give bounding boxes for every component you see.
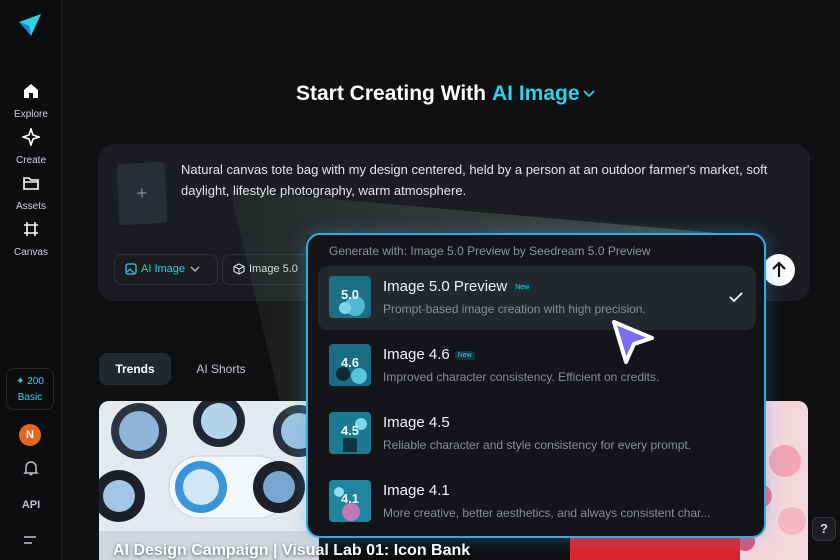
thumbnail-label: 4.1	[340, 491, 360, 506]
model-thumbnail: 5.0	[329, 276, 371, 318]
model-option-name: Image 4.6 New	[383, 346, 475, 363]
sidebar-item-canvas[interactable]: Canvas	[0, 220, 62, 260]
model-option-description: Reliable character and style consistency…	[383, 438, 692, 452]
gallery-caption: AI Design Campaign | Visual Lab 01: Icon…	[113, 542, 471, 559]
model-option-image-4-5[interactable]: 4.5 Image 4.5 Reliable character and sty…	[318, 402, 756, 466]
model-thumbnail: 4.5	[329, 412, 371, 454]
plan-label: Basic	[17, 392, 43, 403]
checkmark-icon	[729, 292, 743, 303]
cube-icon	[233, 263, 245, 275]
prompt-input[interactable]: Natural canvas tote bag with my design c…	[181, 159, 781, 201]
model-option-image-5-0-preview[interactable]: 5.0 Image 5.0 Preview New Prompt-based im…	[318, 266, 756, 330]
send-button[interactable]	[763, 254, 795, 286]
gallery-image-art	[99, 401, 319, 560]
title-prefix: Start Creating With	[296, 82, 486, 105]
chevron-down-icon[interactable]	[582, 90, 595, 98]
model-option-name: Image 4.1	[383, 482, 450, 499]
sidebar-item-label: Explore	[14, 109, 48, 120]
help-button[interactable]: ?	[812, 517, 836, 541]
avatar[interactable]: N	[19, 424, 41, 446]
thumbnail-label: 4.6	[340, 355, 360, 370]
sidebar-item-label: Assets	[15, 201, 46, 212]
sidebar-item-assets[interactable]: Assets	[0, 174, 62, 214]
model-dropdown-menu: Generate with: Image 5.0 Preview by Seed…	[306, 233, 766, 538]
model-option-name: Image 5.0 Preview New	[383, 278, 533, 295]
canvas-icon	[24, 222, 38, 236]
model-option-name: Image 4.5	[383, 414, 450, 431]
gallery-card-image[interactable]	[99, 401, 319, 560]
model-chip-label: Image 5.0	[249, 263, 298, 275]
model-option-description: Prompt-based image creation with high pr…	[383, 302, 646, 316]
mode-chip-label: AI Image	[141, 263, 186, 275]
folder-icon	[23, 177, 39, 190]
credits-amount: ✦ 200	[16, 376, 44, 387]
plus-icon: +	[136, 182, 148, 204]
sidebar-item-create[interactable]: Create	[0, 128, 62, 168]
upload-reference-button[interactable]: +	[116, 161, 168, 226]
credits-badge[interactable]: ✦ 200 Basic	[6, 368, 54, 410]
model-thumbnail: 4.1	[329, 480, 371, 522]
title-mode-selector[interactable]: AI Image	[492, 82, 580, 105]
home-icon	[24, 84, 38, 98]
model-option-image-4-6[interactable]: 4.6 Image 4.6 New Improved character cons…	[318, 334, 756, 398]
mode-dropdown-button[interactable]: AI Image	[114, 254, 218, 285]
pointer-cursor-icon	[612, 320, 654, 364]
sparkle-icon	[22, 128, 40, 146]
image-icon	[125, 263, 137, 275]
arrow-up-icon	[772, 261, 786, 277]
tab-ai-shorts[interactable]: AI Shorts	[180, 353, 262, 385]
sidebar: Explore Create Assets Canvas ✦ 200 Basic…	[0, 0, 62, 560]
thumbnail-label: 4.5	[340, 423, 360, 438]
sidebar-item-label: Create	[15, 155, 46, 166]
chevron-down-icon	[190, 266, 200, 273]
bell-icon[interactable]	[22, 459, 40, 477]
menu-icon[interactable]	[23, 535, 37, 545]
app-logo-icon[interactable]	[17, 12, 43, 38]
sidebar-item-explore[interactable]: Explore	[0, 82, 62, 122]
sidebar-item-label: Canvas	[14, 247, 48, 258]
model-thumbnail: 4.6	[329, 344, 371, 386]
api-link[interactable]: API	[0, 499, 62, 511]
dropdown-header: Generate with: Image 5.0 Preview by Seed…	[329, 244, 651, 258]
model-option-description: Improved character consistency. Efficien…	[383, 370, 660, 384]
page-title: Start Creating With AI Image	[296, 82, 595, 106]
model-option-image-4-1[interactable]: 4.1 Image 4.1 More creative, better aest…	[318, 470, 756, 534]
new-badge: New	[454, 350, 475, 360]
model-option-description: More creative, better aesthetics, and al…	[383, 506, 711, 520]
thumbnail-label: 5.0	[340, 287, 360, 302]
tab-trends[interactable]: Trends	[99, 353, 171, 385]
model-dropdown-button[interactable]: Image 5.0	[222, 254, 312, 285]
new-badge: New	[512, 282, 533, 292]
